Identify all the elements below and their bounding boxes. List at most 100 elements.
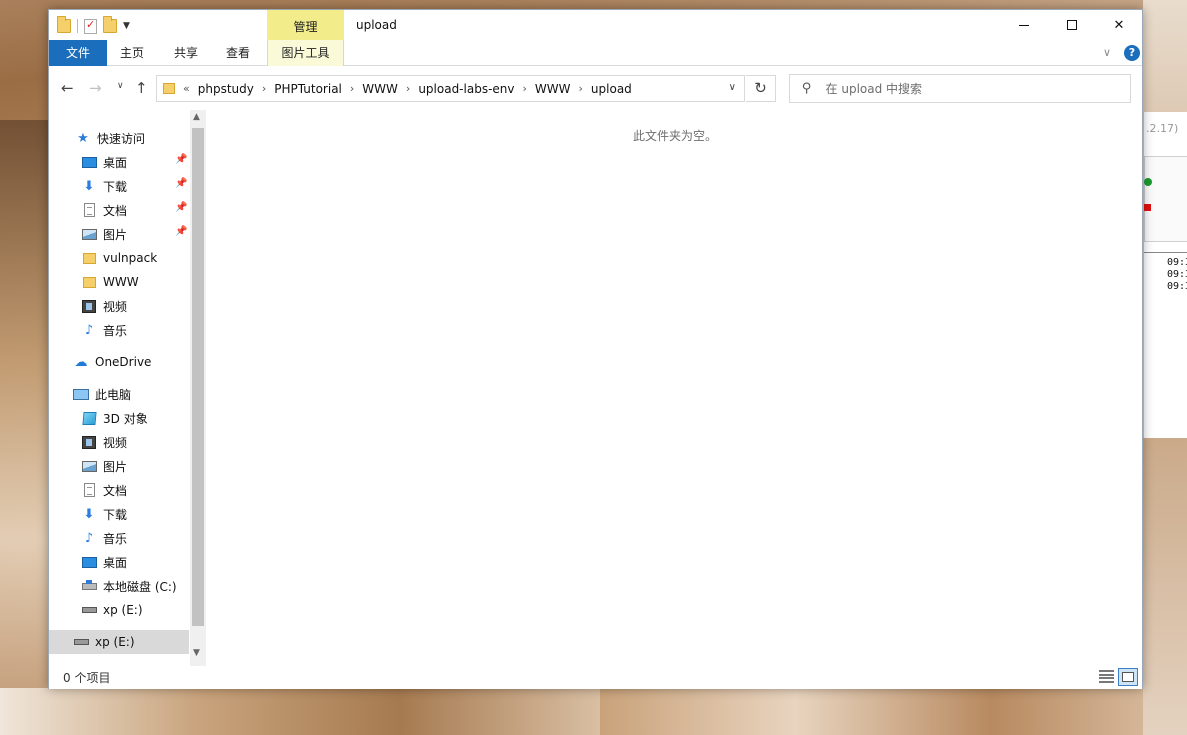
navigation-pane: ★ 快速访问 桌面 📌 ⬇ 下载 📌 文档 📌 图片 📌 vulnpack WW…	[49, 110, 206, 655]
file-explorer-window[interactable]: ▼ 管理 upload ✕ 文件 主页 共享 查看 图片工具 ∨ ? ← → ∨…	[48, 9, 1143, 689]
nav-item-downloads[interactable]: ⬇ 下载 📌	[49, 174, 189, 198]
tab-file[interactable]: 文件	[49, 40, 107, 66]
nav-item-documents[interactable]: 文档	[49, 478, 189, 502]
maximize-icon	[1067, 20, 1077, 30]
nav-label: 图片	[103, 227, 128, 242]
pin-icon[interactable]: 📌	[175, 226, 187, 237]
breadcrumb-chevron-icon[interactable]: ›	[350, 82, 354, 95]
pin-icon[interactable]: 📌	[175, 178, 187, 189]
breadcrumb-chevron-icon[interactable]: ›	[262, 82, 266, 95]
nav-scrollbar[interactable]: ▲ ▼	[190, 110, 206, 666]
navigation-bar: ← → ∨ ↑ « phpstudy › PHPTutorial › WWW ›…	[49, 67, 1142, 109]
new-folder-icon[interactable]	[103, 16, 117, 33]
download-icon: ⬇	[83, 506, 95, 522]
tab-home[interactable]: 主页	[107, 40, 157, 66]
nav-item-documents[interactable]: 文档 📌	[49, 198, 189, 222]
nav-label: 视频	[103, 299, 128, 314]
search-box[interactable]: ⚲ 在 upload 中搜索	[789, 74, 1131, 103]
computer-icon	[73, 388, 89, 400]
divider	[77, 19, 78, 33]
nav-label: OneDrive	[95, 355, 152, 369]
background-app-window[interactable]: .2.17) 09:3 09:3 09:3	[1143, 112, 1187, 438]
pin-icon[interactable]: 📌	[175, 154, 187, 165]
nav-item-3d-objects[interactable]: 3D 对象	[49, 406, 189, 430]
nav-item-pictures[interactable]: 图片 📌	[49, 222, 189, 246]
nav-this-pc[interactable]: 此电脑	[49, 382, 189, 406]
tab-picture-tools[interactable]: 图片工具	[267, 40, 344, 66]
nav-item-pictures[interactable]: 图片	[49, 454, 189, 478]
nav-item-videos[interactable]: 视频	[49, 430, 189, 454]
recent-locations-chevron-icon[interactable]: ∨	[117, 81, 124, 91]
address-history-chevron-icon[interactable]: ∨	[729, 82, 736, 93]
breadcrumb-item[interactable]: PHPTutorial	[274, 82, 342, 96]
pin-icon[interactable]: 📌	[175, 202, 187, 213]
nav-item-local-disk-c[interactable]: 本地磁盘 (C:)	[49, 574, 189, 598]
nav-item-music[interactable]: ♪ 音乐	[49, 526, 189, 550]
nav-onedrive[interactable]: ☁ OneDrive	[49, 350, 189, 374]
cloud-icon: ☁	[74, 354, 88, 370]
green-status-dot-icon	[1144, 178, 1152, 186]
nav-item-downloads[interactable]: ⬇ 下载	[49, 502, 189, 526]
breadcrumb-item[interactable]: WWW	[362, 82, 398, 96]
video-icon	[82, 299, 96, 313]
address-bar[interactable]: « phpstudy › PHPTutorial › WWW › upload-…	[156, 75, 745, 102]
breadcrumb-chevron-icon[interactable]: ›	[579, 82, 583, 95]
background-app-panel	[1144, 156, 1187, 242]
breadcrumb-chevron-icon[interactable]: ›	[406, 82, 410, 95]
close-icon: ✕	[1113, 17, 1125, 33]
wallpaper-bottom-right	[600, 688, 1187, 735]
folder-icon	[163, 83, 175, 94]
nav-label: 3D 对象	[103, 411, 148, 426]
log-time: 09:3	[1167, 257, 1187, 268]
nav-label: 桌面	[103, 155, 128, 170]
nav-label: 视频	[103, 435, 128, 450]
star-icon: ★	[77, 130, 89, 146]
forward-arrow-icon[interactable]: →	[89, 79, 102, 97]
nav-item-music[interactable]: ♪ 音乐	[49, 318, 189, 342]
3d-objects-icon	[81, 411, 97, 425]
nav-item-vulnpack[interactable]: vulnpack	[49, 246, 189, 270]
nav-item-desktop[interactable]: 桌面	[49, 550, 189, 574]
properties-icon[interactable]	[84, 18, 97, 34]
file-list-area[interactable]: 此文件夹为空。	[206, 110, 1142, 666]
up-arrow-icon[interactable]: ↑	[135, 79, 148, 97]
close-button[interactable]: ✕	[1096, 10, 1142, 40]
nav-quick-access[interactable]: ★ 快速访问	[49, 126, 189, 150]
customize-qat-icon[interactable]: ▼	[123, 21, 130, 31]
tab-view[interactable]: 查看	[213, 40, 263, 66]
scroll-thumb[interactable]	[192, 128, 204, 626]
folder-icon	[82, 276, 96, 288]
expand-ribbon-chevron-icon[interactable]: ∨	[1103, 46, 1111, 59]
nav-label: 下载	[103, 179, 128, 194]
nav-label: xp (E:)	[103, 603, 143, 617]
help-icon[interactable]: ?	[1124, 45, 1140, 61]
breadcrumb-chevron-icon[interactable]: ›	[523, 82, 527, 95]
nav-label: 音乐	[103, 531, 128, 546]
details-view-icon[interactable]	[1098, 669, 1115, 684]
red-status-square-icon	[1144, 204, 1151, 211]
large-icons-view-icon[interactable]	[1118, 668, 1138, 686]
breadcrumb-item[interactable]: WWW	[535, 82, 571, 96]
nav-item-www[interactable]: WWW	[49, 270, 189, 294]
refresh-icon[interactable]: ↻	[746, 75, 776, 102]
maximize-button[interactable]	[1049, 10, 1095, 40]
scroll-down-icon[interactable]: ▼	[193, 648, 200, 658]
breadcrumb-item[interactable]: upload-labs-env	[418, 82, 514, 96]
scroll-up-icon[interactable]: ▲	[193, 112, 200, 122]
back-arrow-icon[interactable]: ←	[61, 79, 74, 97]
nav-item-xp-e-selected[interactable]: xp (E:)	[49, 630, 189, 654]
nav-label: 此电脑	[95, 387, 132, 402]
breadcrumb-item[interactable]: phpstudy	[198, 82, 254, 96]
tab-share[interactable]: 共享	[161, 40, 211, 66]
nav-label: 图片	[103, 459, 128, 474]
nav-item-xp-e[interactable]: xp (E:)	[49, 598, 189, 622]
title-bar[interactable]: ▼ 管理 upload ✕	[49, 10, 1142, 40]
breadcrumb-item-current[interactable]: upload	[591, 82, 632, 96]
nav-label: 音乐	[103, 323, 128, 338]
nav-item-videos[interactable]: 视频	[49, 294, 189, 318]
overflow-chevron-icon[interactable]: «	[183, 82, 190, 95]
minimize-button[interactable]	[1001, 10, 1047, 40]
nav-item-desktop[interactable]: 桌面 📌	[49, 150, 189, 174]
document-icon	[83, 203, 95, 217]
music-icon: ♪	[84, 530, 94, 546]
